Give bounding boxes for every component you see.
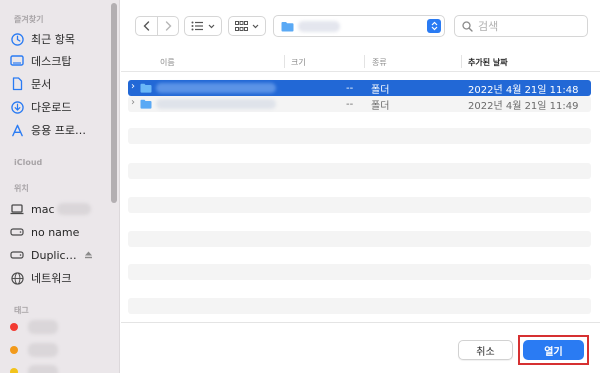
dialog-footer: 취소 열기	[121, 322, 600, 373]
group-view-button[interactable]	[228, 16, 266, 36]
column-header-kind[interactable]: 종류	[372, 57, 387, 68]
list-header: 이름 크기 종류 추가된 날짜	[121, 52, 600, 72]
column-divider[interactable]	[284, 55, 285, 68]
column-header-size[interactable]: 크기	[291, 57, 306, 68]
sidebar-item-desktop[interactable]: 데스크탑	[10, 51, 112, 71]
sidebar-item-documents[interactable]: 문서	[10, 74, 112, 94]
table-row[interactable]: › -- 폴더 2022년 4월 21일 11:49	[128, 96, 591, 112]
open-button[interactable]: 열기	[523, 340, 584, 360]
chevron-down-icon	[252, 24, 259, 28]
folder-icon	[281, 21, 294, 35]
back-forward-control	[135, 16, 179, 36]
sidebar-item-label: 데스크탑	[31, 55, 72, 68]
applications-icon	[10, 123, 24, 137]
folder-icon	[140, 83, 152, 96]
file-list: 이름 크기 종류 추가된 날짜 › -- 폴더 2022년 4월 21일 11:…	[121, 52, 600, 322]
sidebar-item-label: no name	[31, 225, 80, 239]
toolbar	[121, 0, 600, 52]
network-icon	[10, 271, 24, 285]
eject-icon[interactable]	[84, 251, 93, 259]
file-date: 2022년 4월 21일 11:48	[468, 84, 579, 96]
sidebar-item-label: 문서	[31, 78, 52, 91]
empty-row-stripe	[128, 298, 591, 314]
forward-button[interactable]	[157, 17, 178, 35]
desktop-icon	[10, 54, 24, 68]
column-divider[interactable]	[364, 55, 365, 68]
sidebar-item-label: 응용 프로…	[31, 124, 86, 137]
folder-icon	[140, 99, 152, 112]
tags-header: 태그	[14, 306, 29, 315]
sidebar-item-label: Duplic…	[31, 248, 77, 262]
cancel-button[interactable]: 취소	[458, 340, 513, 360]
empty-row-stripe	[128, 197, 591, 213]
sidebar-item-duplicate-drive[interactable]: Duplic…	[10, 245, 112, 265]
laptop-icon	[10, 202, 24, 216]
sidebar-item-label: 다운로드	[31, 101, 72, 114]
redacted-file-name	[156, 99, 276, 109]
sidebar-tag-red[interactable]	[10, 317, 112, 337]
column-divider[interactable]	[461, 55, 462, 68]
empty-row-stripe	[128, 231, 591, 247]
open-file-dialog: 즐겨찾기 최근 항목 데스크탑 문서 다운로드 응용 프로… iCloud 위치…	[0, 0, 600, 373]
empty-row-stripe	[128, 264, 591, 280]
search-icon	[462, 20, 473, 32]
location-popup[interactable]	[273, 15, 445, 37]
sidebar-item-network[interactable]: 네트워크	[10, 268, 112, 288]
icloud-header: iCloud	[14, 158, 43, 167]
sidebar-item-label: 최근 항목	[31, 33, 75, 46]
empty-row-stripe	[128, 163, 591, 179]
table-row[interactable]: › -- 폴더 2022년 4월 21일 11:48	[128, 80, 591, 96]
document-icon	[10, 77, 24, 91]
chevron-right-icon	[165, 21, 171, 31]
sidebar-tag-yellow[interactable]	[10, 362, 112, 373]
download-icon	[10, 100, 24, 114]
sidebar-item-recents[interactable]: 최근 항목	[10, 29, 112, 49]
sidebar-tag-orange[interactable]	[10, 340, 112, 360]
sidebar-item-label: mac	[31, 202, 55, 216]
column-header-name[interactable]: 이름	[160, 57, 175, 68]
search-field[interactable]	[454, 15, 588, 37]
sidebar-item-no-name[interactable]: no name	[10, 222, 112, 242]
up-down-arrows-icon	[427, 19, 441, 33]
file-kind: 폴더	[371, 84, 390, 96]
file-size: --	[346, 98, 354, 110]
sidebar-item-downloads[interactable]: 다운로드	[10, 97, 112, 117]
favorites-header: 즐겨찾기	[14, 15, 44, 24]
chevron-left-icon	[143, 21, 150, 31]
clock-icon	[10, 32, 24, 46]
list-view-icon	[191, 21, 203, 31]
red-tag-dot	[10, 323, 18, 331]
disclosure-chevron-icon[interactable]: ›	[131, 81, 135, 92]
locations-header: 위치	[14, 184, 29, 193]
empty-row-stripe	[128, 128, 591, 144]
back-button[interactable]	[136, 17, 157, 35]
search-input[interactable]	[478, 19, 578, 33]
redacted-folder-name	[298, 21, 340, 32]
sidebar: 즐겨찾기 최근 항목 데스크탑 문서 다운로드 응용 프로… iCloud 위치…	[0, 0, 120, 373]
yellow-tag-dot	[10, 368, 18, 373]
redacted-tag-label	[28, 320, 58, 334]
file-size: --	[346, 82, 354, 94]
file-date: 2022년 4월 21일 11:49	[468, 100, 579, 112]
sidebar-item-label: 네트워크	[31, 272, 72, 285]
sidebar-item-applications[interactable]: 응용 프로…	[10, 120, 112, 140]
redacted-file-name	[156, 83, 276, 93]
drive-icon	[10, 225, 24, 239]
redacted-name	[56, 203, 91, 215]
disclosure-chevron-icon[interactable]: ›	[131, 97, 135, 108]
grid-view-icon	[235, 20, 248, 31]
orange-tag-dot	[10, 346, 18, 354]
redacted-tag-label	[28, 365, 58, 373]
column-header-date-added[interactable]: 추가된 날짜	[468, 57, 508, 68]
chevron-down-icon	[208, 24, 215, 28]
drive-icon	[10, 248, 24, 262]
list-view-button[interactable]	[184, 16, 222, 36]
redacted-tag-label	[28, 343, 58, 357]
file-kind: 폴더	[371, 100, 390, 112]
sidebar-item-mac[interactable]: mac	[10, 199, 112, 219]
